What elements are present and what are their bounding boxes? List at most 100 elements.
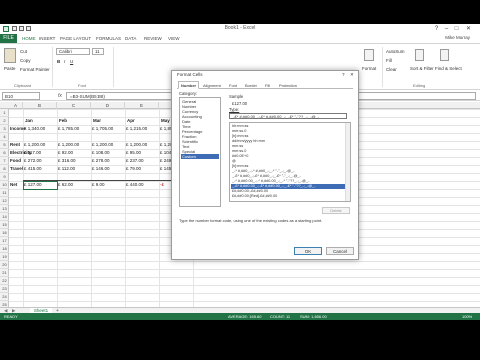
tab-fill[interactable]: Fill bbox=[263, 82, 272, 89]
tab-page-layout[interactable]: PAGE LAYOUT bbox=[60, 36, 91, 41]
close-icon[interactable]: ✕ bbox=[464, 25, 473, 33]
row-header[interactable]: 18 bbox=[0, 245, 9, 253]
month-header-cell[interactable]: Mar bbox=[93, 117, 101, 125]
copy-button[interactable]: Copy bbox=[20, 58, 31, 63]
month-header-cell[interactable]: Feb bbox=[59, 117, 67, 125]
row-header[interactable]: 21 bbox=[0, 269, 9, 277]
row-header[interactable]: 24 bbox=[0, 293, 9, 301]
rent-cell[interactable]: £ 1,200.00 bbox=[92, 141, 113, 149]
row-header[interactable]: 9 bbox=[0, 173, 9, 181]
travel-cell[interactable]: £ 79.00 bbox=[126, 165, 141, 173]
row-header[interactable]: 11 bbox=[0, 189, 9, 197]
net-cell[interactable]: £ 440.00 bbox=[126, 181, 144, 189]
paste-button[interactable]: Paste bbox=[4, 66, 16, 71]
italic-button[interactable]: I bbox=[64, 59, 65, 64]
tab-insert[interactable]: INSERT bbox=[39, 36, 55, 41]
format-icon[interactable] bbox=[364, 49, 374, 61]
dialog-close-icon[interactable]: ✕ bbox=[350, 72, 354, 78]
rent-cell[interactable]: £ 1,200.00 bbox=[126, 141, 147, 149]
food-label[interactable]: Food bbox=[10, 157, 21, 165]
column-header[interactable]: D bbox=[91, 102, 125, 109]
tab-protection[interactable]: Protection bbox=[277, 82, 299, 89]
income-cell[interactable]: £ 1,705.00 bbox=[92, 125, 113, 133]
row-header[interactable]: 1 bbox=[0, 109, 9, 117]
row-header[interactable]: 14 bbox=[0, 213, 9, 221]
row-header[interactable]: 13 bbox=[0, 205, 9, 213]
tab-review[interactable]: REVIEW bbox=[144, 36, 162, 41]
tab-number[interactable]: Number bbox=[178, 81, 200, 89]
sort-filter-button[interactable]: Sort & Filter bbox=[410, 66, 434, 71]
electricity-cell[interactable]: £ 95.00 bbox=[126, 149, 141, 157]
autosum-button[interactable]: AutoSum bbox=[386, 49, 405, 54]
row-header[interactable]: 20 bbox=[0, 261, 9, 269]
help-icon[interactable]: ? bbox=[432, 25, 441, 33]
cut-button[interactable]: Cut bbox=[20, 49, 27, 54]
travel-label[interactable]: Travel bbox=[10, 165, 23, 173]
zoom-level[interactable]: 100% bbox=[462, 314, 472, 319]
row-header[interactable]: 3 bbox=[0, 125, 9, 133]
electricity-cell[interactable]: £ 108.00 bbox=[92, 149, 110, 157]
fill-button[interactable]: Fill bbox=[386, 58, 392, 63]
category-list[interactable]: General Number Currency Accounting Date … bbox=[179, 97, 221, 207]
tab-data[interactable]: DATA bbox=[125, 36, 136, 41]
tab-formulas[interactable]: FORMULAS bbox=[96, 36, 121, 41]
category-item-selected[interactable]: Custom bbox=[181, 154, 219, 159]
income-cell[interactable]: £ 1,340.00 bbox=[24, 125, 45, 133]
row-header[interactable]: 12 bbox=[0, 197, 9, 205]
font-size-select[interactable]: 11 bbox=[92, 48, 104, 55]
fx-icon[interactable]: fx bbox=[58, 93, 62, 99]
type-list[interactable]: hh:mm:ss mm:ss.0 [h]:mm:ss dd/mm/yyyy hh… bbox=[229, 122, 351, 202]
row-header[interactable]: 23 bbox=[0, 285, 9, 293]
sort-filter-icon[interactable] bbox=[415, 49, 424, 61]
travel-cell[interactable]: £ 415.00 bbox=[24, 165, 42, 173]
row-header[interactable]: 8 bbox=[0, 165, 9, 173]
column-header[interactable]: A bbox=[9, 102, 23, 109]
row-header[interactable]: 7 bbox=[0, 157, 9, 165]
row-header[interactable]: 22 bbox=[0, 277, 9, 285]
row-header[interactable]: 6 bbox=[0, 149, 9, 157]
food-cell[interactable]: £ 316.00 bbox=[58, 157, 76, 165]
row-header[interactable]: 2 bbox=[0, 117, 9, 125]
type-list-scrollbar[interactable] bbox=[345, 123, 350, 201]
underline-button[interactable]: U bbox=[70, 59, 73, 64]
bold-button[interactable]: B bbox=[57, 59, 60, 64]
income-cell[interactable]: £ 1,215.00 bbox=[126, 125, 147, 133]
paste-icon[interactable] bbox=[4, 48, 16, 63]
column-header[interactable]: C bbox=[57, 102, 91, 109]
column-header[interactable]: B bbox=[23, 102, 57, 109]
tab-file[interactable]: FILE bbox=[0, 34, 17, 43]
travel-cell[interactable]: £ 112.00 bbox=[58, 165, 75, 173]
row-header[interactable]: 16 bbox=[0, 229, 9, 237]
net-cell[interactable]: £ 9.00 bbox=[92, 181, 105, 189]
row-header[interactable]: 17 bbox=[0, 237, 9, 245]
name-box[interactable]: B10 bbox=[2, 92, 40, 100]
column-header[interactable]: E bbox=[125, 102, 159, 109]
type-input[interactable]: _-£* #,##0.00_-;-£* #,##0.00_-;_-£* "-"?… bbox=[229, 113, 347, 119]
rent-label[interactable]: Rent bbox=[10, 141, 20, 149]
minimize-icon[interactable]: – bbox=[442, 25, 451, 33]
row-header[interactable]: 15 bbox=[0, 221, 9, 229]
food-cell[interactable]: £ 272.00 bbox=[24, 157, 42, 165]
dialog-help-icon[interactable]: ? bbox=[342, 72, 345, 78]
rent-cell[interactable]: £ 1,200.00 bbox=[58, 141, 79, 149]
tab-border[interactable]: Border bbox=[243, 82, 259, 89]
electricity-cell[interactable]: £ 92.00 bbox=[58, 149, 73, 157]
tab-alignment[interactable]: Alignment bbox=[201, 82, 223, 89]
delete-button[interactable]: Delete bbox=[322, 207, 350, 214]
tab-home[interactable]: HOME bbox=[22, 36, 36, 41]
month-header-cell[interactable]: Jan bbox=[25, 117, 33, 125]
income-cell[interactable]: £ 1,785.00 bbox=[58, 125, 79, 133]
row-header[interactable]: 5 bbox=[0, 141, 9, 149]
net-cell[interactable]: £ 62.00 bbox=[58, 181, 73, 189]
row-header[interactable]: 19 bbox=[0, 253, 9, 261]
electricity-cell[interactable]: £ 117.00 bbox=[24, 149, 41, 157]
month-header-cell[interactable]: Apr bbox=[127, 117, 135, 125]
month-header-cell[interactable]: May bbox=[161, 117, 170, 125]
type-list-item[interactable]: £#,##0.00;[Red]-£#,##0.00 bbox=[231, 194, 345, 199]
tab-font[interactable]: Font bbox=[227, 82, 239, 89]
cancel-button[interactable]: Cancel bbox=[326, 247, 354, 255]
net-label[interactable]: Net bbox=[10, 181, 17, 189]
row-header[interactable]: 4 bbox=[0, 133, 9, 141]
ok-button[interactable]: OK bbox=[294, 247, 322, 255]
font-name-select[interactable]: Calibri bbox=[56, 48, 90, 55]
